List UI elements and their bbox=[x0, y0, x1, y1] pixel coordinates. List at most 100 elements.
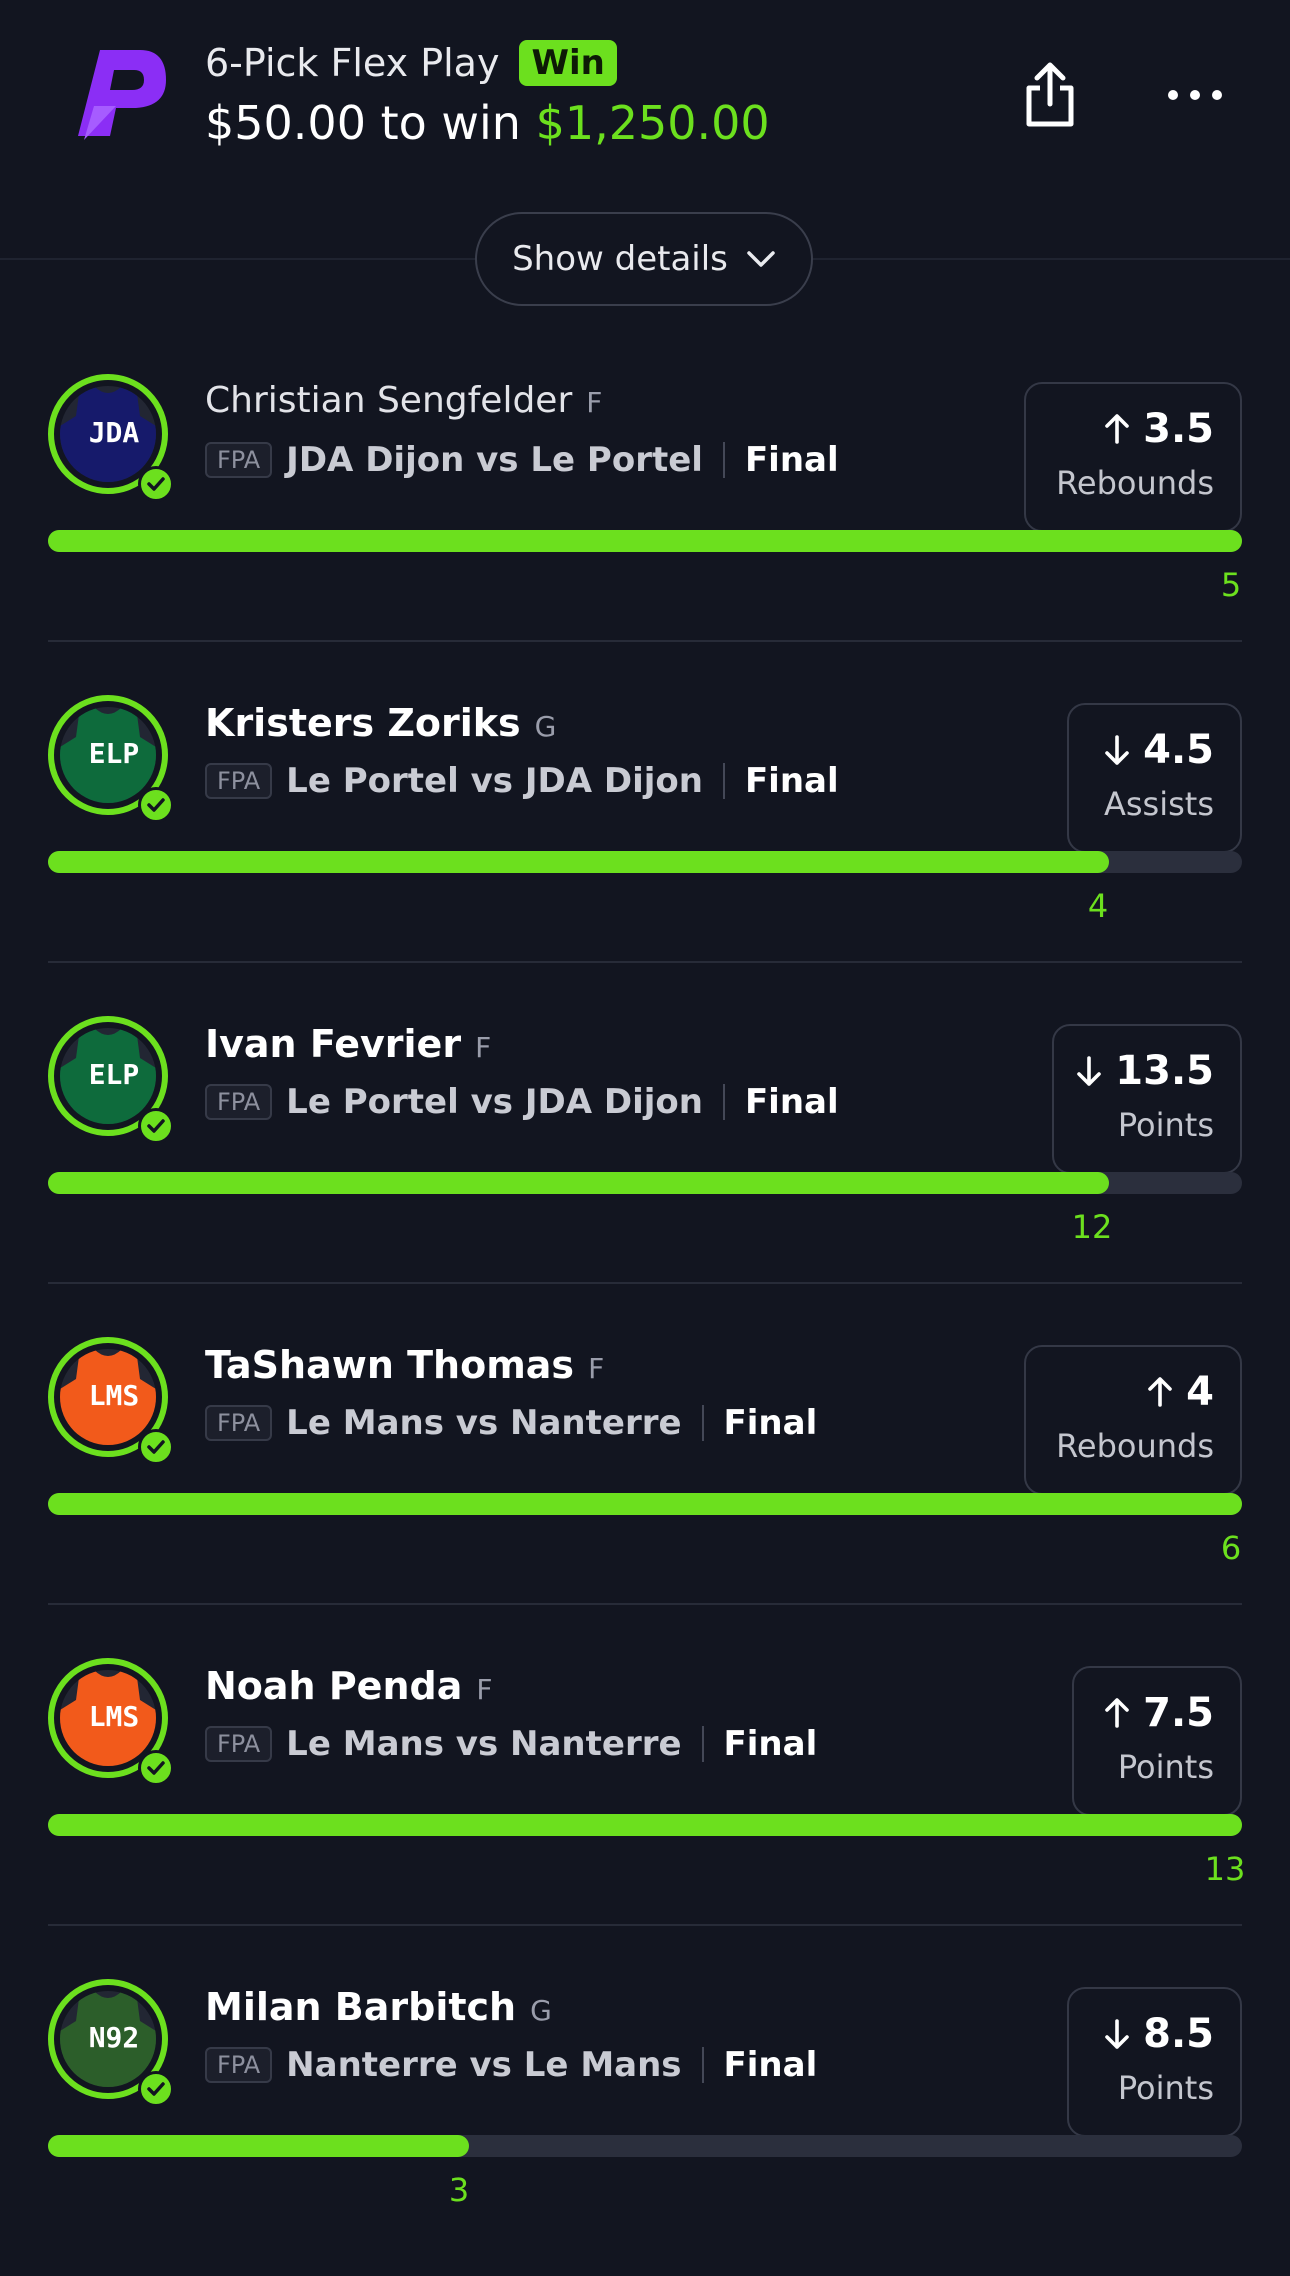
player-name[interactable]: Kristers Zoriks bbox=[205, 701, 521, 745]
progress-fill bbox=[48, 851, 1109, 873]
arrow-down-icon bbox=[1105, 2019, 1129, 2049]
share-icon bbox=[1026, 62, 1074, 127]
progress-fill bbox=[48, 1493, 1242, 1515]
show-details-label: Show details bbox=[512, 239, 728, 279]
win-badge: Win bbox=[519, 40, 617, 86]
row-divider bbox=[48, 1282, 1242, 1284]
matchup: Nanterre vs Le Mans bbox=[286, 2045, 682, 2085]
team-abbr: ELP bbox=[88, 737, 140, 770]
player-name-row: TaShawn Thomas F bbox=[205, 1343, 604, 1387]
line-value: 4 bbox=[1186, 1369, 1214, 1415]
title-row: 6-Pick Flex Play Win bbox=[205, 40, 617, 86]
player-position: F bbox=[475, 1031, 492, 1064]
check-icon bbox=[138, 1750, 174, 1786]
player-avatar: N92 bbox=[48, 1979, 174, 2107]
player-avatar: ELP bbox=[48, 695, 174, 823]
projection-line: 8.5 bbox=[1069, 2011, 1214, 2057]
stat-type: Points bbox=[1117, 1106, 1214, 1144]
meta-separator bbox=[701, 1405, 704, 1441]
more-options-button[interactable] bbox=[1165, 80, 1225, 110]
projection-box[interactable]: 13.5 Points bbox=[1052, 1024, 1242, 1174]
projection-line: 4.5 bbox=[1069, 727, 1214, 773]
stat-type: Rebounds bbox=[1056, 1427, 1214, 1465]
player-position: F bbox=[476, 1673, 493, 1706]
player-name-row: Christian Sengfelder F bbox=[205, 380, 602, 421]
projection-box[interactable]: 7.5 Points bbox=[1072, 1666, 1242, 1816]
pick-row[interactable]: ELP Kristers Zoriks G FPA Le Portel vs J… bbox=[0, 671, 1290, 992]
actual-stat-value: 4 bbox=[1087, 887, 1109, 925]
actual-stat-value: 5 bbox=[1220, 566, 1242, 604]
projection-box[interactable]: 8.5 Points bbox=[1067, 1987, 1242, 2137]
team-abbr: LMS bbox=[88, 1379, 140, 1412]
league-badge: FPA bbox=[205, 2047, 273, 2083]
game-meta: FPA Le Portel vs JDA Dijon Final bbox=[205, 761, 839, 801]
actual-stat-value: 3 bbox=[448, 2171, 470, 2209]
team-jersey: ELP bbox=[60, 707, 156, 803]
player-name[interactable]: Ivan Fevrier bbox=[205, 1022, 461, 1066]
pick-row[interactable]: N92 Milan Barbitch G FPA Nanterre vs Le … bbox=[0, 1955, 1290, 2276]
progress-fill bbox=[48, 2135, 469, 2157]
player-avatar: LMS bbox=[48, 1658, 174, 1786]
line-value: 4.5 bbox=[1143, 727, 1214, 773]
stat-type: Points bbox=[1117, 2069, 1214, 2107]
team-abbr: LMS bbox=[88, 1700, 140, 1733]
player-name[interactable]: TaShawn Thomas bbox=[205, 1343, 574, 1387]
meta-separator bbox=[722, 1084, 725, 1120]
game-status: Final bbox=[723, 1403, 818, 1443]
arrow-down-icon bbox=[1105, 735, 1129, 765]
arrow-up-icon bbox=[1105, 414, 1129, 444]
progress-track bbox=[48, 1814, 1242, 1836]
meta-separator bbox=[701, 2047, 704, 2083]
check-icon bbox=[138, 787, 174, 823]
matchup: Le Mans vs Nanterre bbox=[286, 1403, 682, 1443]
actual-stat-value: 12 bbox=[1071, 1208, 1113, 1246]
arrow-down-icon bbox=[1077, 1056, 1102, 1086]
pick-row[interactable]: LMS TaShawn Thomas F FPA Le Mans vs Nant… bbox=[0, 1313, 1290, 1634]
show-details-button[interactable]: Show details bbox=[475, 212, 813, 306]
team-abbr: ELP bbox=[88, 1058, 140, 1091]
league-badge: FPA bbox=[205, 763, 273, 799]
progress-fill bbox=[48, 1172, 1109, 1194]
projection-box[interactable]: 3.5 Rebounds bbox=[1024, 382, 1242, 532]
actual-stat-value: 13 bbox=[1204, 1850, 1246, 1888]
line-value: 13.5 bbox=[1115, 1048, 1214, 1094]
league-badge: FPA bbox=[205, 1726, 273, 1762]
team-jersey: JDA bbox=[60, 386, 156, 482]
row-divider bbox=[48, 1924, 1242, 1926]
payout-amount: $1,250.00 bbox=[535, 96, 770, 150]
player-name[interactable]: Milan Barbitch bbox=[205, 1985, 516, 2029]
pick-row[interactable]: JDA Christian Sengfelder F FPA JDA Dijon… bbox=[0, 350, 1290, 671]
projection-box[interactable]: 4 Rebounds bbox=[1024, 1345, 1242, 1495]
meta-separator bbox=[701, 1726, 704, 1762]
chevron-down-icon bbox=[747, 251, 775, 267]
player-avatar: ELP bbox=[48, 1016, 174, 1144]
game-meta: FPA JDA Dijon vs Le Portel Final bbox=[205, 440, 839, 480]
play-title: 6-Pick Flex Play bbox=[205, 41, 500, 85]
meta-separator bbox=[722, 763, 725, 799]
player-name[interactable]: Christian Sengfelder bbox=[205, 380, 572, 421]
arrow-up-icon bbox=[1105, 1698, 1129, 1728]
team-abbr: JDA bbox=[88, 416, 140, 449]
league-badge: FPA bbox=[205, 442, 273, 478]
league-badge: FPA bbox=[205, 1084, 273, 1120]
team-jersey: N92 bbox=[60, 1991, 156, 2087]
row-divider bbox=[48, 961, 1242, 963]
projection-line: 3.5 bbox=[1026, 406, 1214, 452]
game-status: Final bbox=[744, 1082, 839, 1122]
line-value: 3.5 bbox=[1143, 406, 1214, 452]
league-badge: FPA bbox=[205, 1405, 273, 1441]
matchup: Le Portel vs JDA Dijon bbox=[286, 761, 703, 801]
game-meta: FPA Le Mans vs Nanterre Final bbox=[205, 1724, 817, 1764]
projection-box[interactable]: 4.5 Assists bbox=[1067, 703, 1242, 853]
pick-row[interactable]: LMS Noah Penda F FPA Le Mans vs Nanterre… bbox=[0, 1634, 1290, 1955]
share-button[interactable] bbox=[1020, 60, 1080, 130]
game-status: Final bbox=[723, 2045, 818, 2085]
game-status: Final bbox=[723, 1724, 818, 1764]
check-icon bbox=[138, 2071, 174, 2107]
player-name[interactable]: Noah Penda bbox=[205, 1664, 462, 1708]
matchup: JDA Dijon vs Le Portel bbox=[286, 440, 703, 480]
check-icon bbox=[138, 1108, 174, 1144]
team-jersey: LMS bbox=[60, 1670, 156, 1766]
pick-row[interactable]: ELP Ivan Fevrier F FPA Le Portel vs JDA … bbox=[0, 992, 1290, 1313]
player-name-row: Noah Penda F bbox=[205, 1664, 492, 1708]
